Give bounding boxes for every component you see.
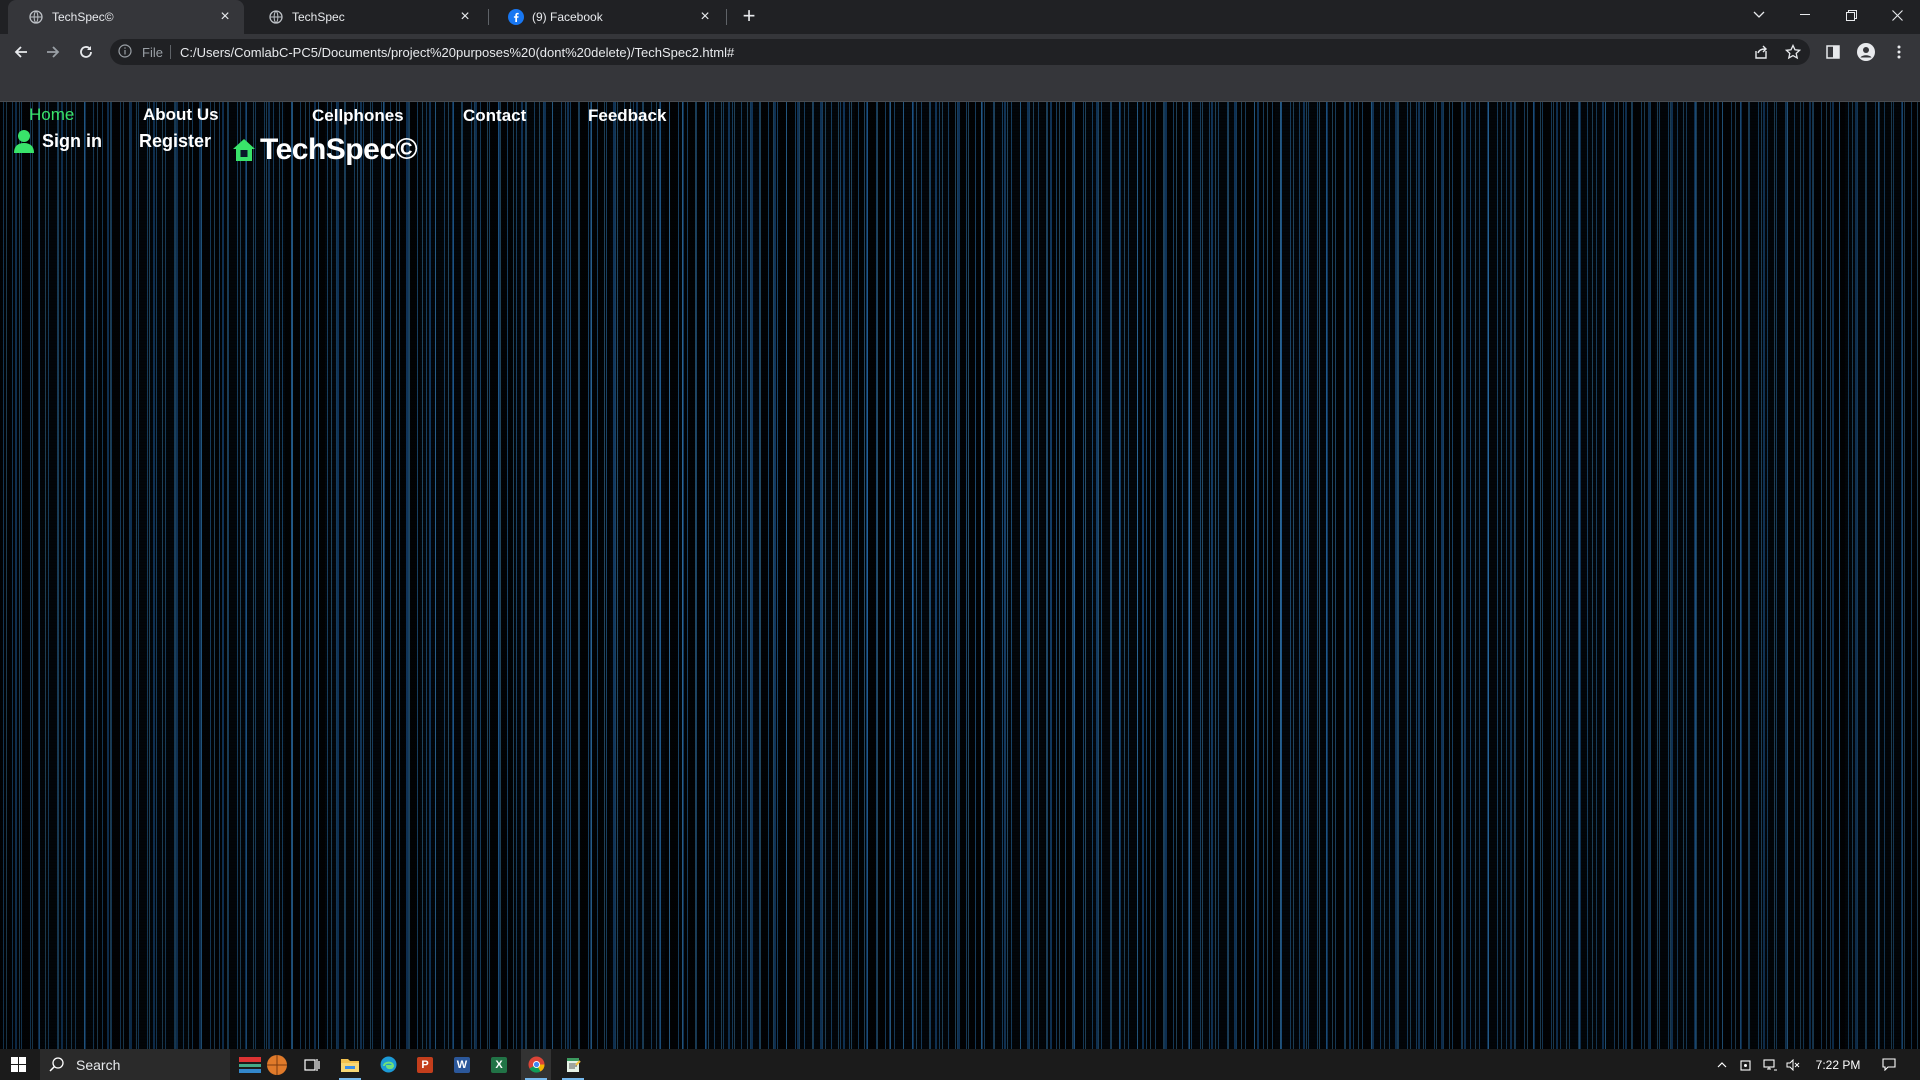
url-text[interactable]: C:/Users/ComlabC-PC5/Documents/project%2… xyxy=(180,45,734,60)
back-arrow-icon[interactable] xyxy=(7,38,35,66)
notepad-icon[interactable] xyxy=(558,1049,588,1080)
tab-techspec-active[interactable]: TechSpec© × xyxy=(8,0,244,34)
globe-icon xyxy=(268,9,284,25)
file-explorer-icon[interactable] xyxy=(335,1049,365,1080)
new-tab-button[interactable]: + xyxy=(738,5,760,28)
edge-browser-icon[interactable] xyxy=(373,1049,403,1080)
minimize-icon[interactable] xyxy=(1782,0,1828,30)
sign-in-link[interactable]: Sign in xyxy=(14,129,102,153)
tab-strip: TechSpec© × TechSpec × (9) Facebook × + xyxy=(0,0,1920,34)
meet-now-icon[interactable] xyxy=(1737,1049,1755,1080)
tab-title: TechSpec© xyxy=(52,10,114,24)
bookmark-bar xyxy=(0,70,1920,102)
nav-about-us[interactable]: About Us xyxy=(143,105,219,125)
tab-search-icon[interactable] xyxy=(1736,0,1782,30)
notifications-icon[interactable] xyxy=(1876,1049,1902,1080)
close-icon[interactable]: × xyxy=(456,8,474,26)
windows-start-icon[interactable] xyxy=(0,1049,36,1080)
powerpoint-icon[interactable]: P xyxy=(410,1049,440,1080)
info-icon[interactable] xyxy=(118,44,132,63)
forward-arrow-icon[interactable] xyxy=(39,38,67,66)
restore-icon[interactable] xyxy=(1828,0,1874,30)
tab-techspec[interactable]: TechSpec × xyxy=(248,0,484,34)
tab-title: TechSpec xyxy=(292,10,345,24)
word-icon[interactable]: W xyxy=(447,1049,477,1080)
brand-name: TechSpec© xyxy=(260,133,418,166)
chrome-icon[interactable] xyxy=(521,1049,551,1080)
tab-title: (9) Facebook xyxy=(532,10,603,24)
nav-feedback[interactable]: Feedback xyxy=(588,106,666,126)
share-icon[interactable] xyxy=(1747,38,1775,66)
task-view-icon[interactable] xyxy=(297,1049,327,1080)
tab-separator xyxy=(726,9,727,25)
globe-icon xyxy=(28,9,44,25)
side-panel-icon[interactable] xyxy=(1819,38,1847,66)
windows-taskbar: Search P W X 7:22 PM xyxy=(0,1049,1920,1080)
search-icon xyxy=(49,1057,64,1072)
nav-home[interactable]: Home xyxy=(29,105,74,125)
reload-icon[interactable] xyxy=(72,38,100,66)
page-content: Home About Us Cellphones Contact Feedbac… xyxy=(0,102,1920,1049)
close-icon[interactable]: × xyxy=(216,8,234,26)
close-window-icon[interactable] xyxy=(1874,0,1920,30)
divider xyxy=(170,45,171,59)
address-bar[interactable]: File C:/Users/ComlabC-PC5/Documents/proj… xyxy=(110,39,1810,65)
profile-icon[interactable] xyxy=(1852,38,1880,66)
register-link[interactable]: Register xyxy=(139,131,211,152)
brand-logo[interactable]: TechSpec© xyxy=(232,133,418,167)
excel-icon[interactable]: X xyxy=(484,1049,514,1080)
facebook-icon xyxy=(508,9,524,25)
news-weather-icon[interactable] xyxy=(235,1049,291,1080)
close-icon[interactable]: × xyxy=(696,8,714,26)
clock-time[interactable]: 7:22 PM xyxy=(1808,1049,1868,1080)
taskbar-search[interactable]: Search xyxy=(40,1049,230,1080)
sign-in-label: Sign in xyxy=(42,130,102,151)
bookmark-star-icon[interactable] xyxy=(1779,38,1807,66)
show-hidden-icons-chevron-icon[interactable] xyxy=(1713,1049,1731,1080)
menu-kebab-icon[interactable] xyxy=(1885,38,1913,66)
search-label: Search xyxy=(76,1056,121,1073)
scheme-label: File xyxy=(142,45,163,60)
network-icon[interactable] xyxy=(1760,1049,1780,1080)
browser-toolbar: File C:/Users/ComlabC-PC5/Documents/proj… xyxy=(0,34,1920,70)
user-icon xyxy=(14,130,34,153)
volume-muted-icon[interactable] xyxy=(1783,1049,1803,1080)
tab-facebook[interactable]: (9) Facebook × xyxy=(488,0,724,34)
home-icon xyxy=(233,139,255,161)
nav-cellphones[interactable]: Cellphones xyxy=(312,106,404,126)
nav-contact[interactable]: Contact xyxy=(463,106,526,126)
